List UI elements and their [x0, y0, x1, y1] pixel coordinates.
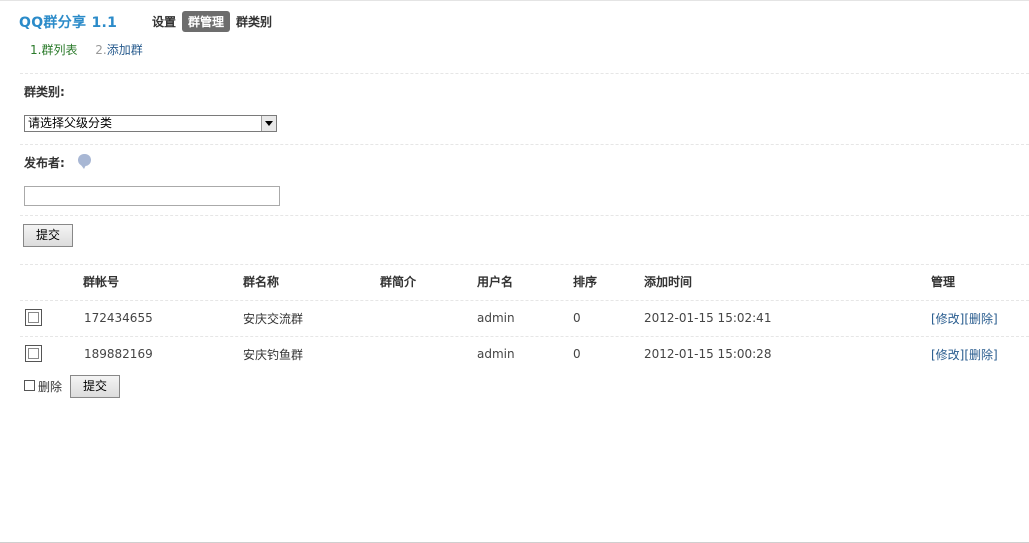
category-select[interactable]: 请选择父级分类 [24, 115, 277, 132]
divider [20, 336, 1029, 337]
col-header-account: 群帐号 [83, 275, 120, 289]
category-select-value: 请选择父级分类 [28, 116, 113, 130]
step-number: 2. [95, 43, 107, 57]
row-name: 安庆钓鱼群 [243, 348, 304, 362]
col-header-order: 排序 [573, 275, 598, 289]
row-edit-link[interactable]: [修改] [931, 348, 964, 362]
sub-nav-add-group[interactable]: 2.添加群 [95, 43, 142, 57]
row-username: admin [477, 347, 515, 361]
col-header-intro: 群简介 [380, 275, 417, 289]
nav-group-manage[interactable]: 群管理 [182, 11, 231, 32]
row-username: admin [477, 311, 515, 325]
row-select-checkbox[interactable] [25, 309, 42, 326]
row-account: 189882169 [84, 347, 153, 361]
nav-group-category[interactable]: 群类别 [230, 11, 278, 32]
col-header-name: 群名称 [243, 275, 280, 289]
app-title: QQ群分享 1.1 [19, 15, 118, 31]
publisher-label: 发布者: [24, 156, 65, 170]
row-name: 安庆交流群 [243, 312, 304, 326]
divider [20, 300, 1029, 301]
col-header-added-time: 添加时间 [644, 275, 693, 289]
admin-panel: QQ群分享 1.1 设置 群管理 群类别 1.群列表 2.添加群 群类别: 请选… [0, 0, 1029, 543]
step-label: 添加群 [106, 43, 143, 57]
help-bubble-icon[interactable] [78, 154, 91, 169]
row-order: 0 [573, 347, 581, 361]
row-order: 0 [573, 311, 581, 325]
category-label: 群类别: [24, 85, 65, 99]
top-nav: 设置 群管理 群类别 [146, 11, 278, 32]
row-account: 172434655 [84, 311, 153, 325]
divider [20, 264, 1029, 265]
bulk-delete-checkbox[interactable] [24, 380, 35, 391]
step-label: 群列表 [41, 43, 78, 57]
sub-nav: 1.群列表 2.添加群 [30, 41, 157, 58]
nav-settings[interactable]: 设置 [146, 11, 182, 32]
divider [20, 215, 1029, 216]
chevron-down-icon[interactable] [261, 116, 276, 131]
row-delete-link[interactable]: [删除] [964, 312, 997, 326]
bulk-submit-button[interactable]: 提交 [70, 375, 120, 398]
row-added-time: 2012-01-15 15:02:41 [644, 311, 772, 325]
filter-submit-button[interactable]: 提交 [23, 224, 73, 247]
col-header-username: 用户名 [477, 275, 514, 289]
row-delete-link[interactable]: [删除] [964, 348, 997, 362]
publisher-input[interactable] [24, 186, 280, 206]
sub-nav-group-list[interactable]: 1.群列表 [30, 43, 77, 57]
divider [20, 73, 1029, 74]
row-select-checkbox[interactable] [25, 345, 42, 362]
row-added-time: 2012-01-15 15:00:28 [644, 347, 772, 361]
row-edit-link[interactable]: [修改] [931, 312, 964, 326]
step-number: 1. [30, 43, 42, 57]
col-header-manage: 管理 [931, 275, 956, 289]
divider [20, 144, 1029, 145]
bulk-delete-label: 删除 [38, 380, 63, 394]
